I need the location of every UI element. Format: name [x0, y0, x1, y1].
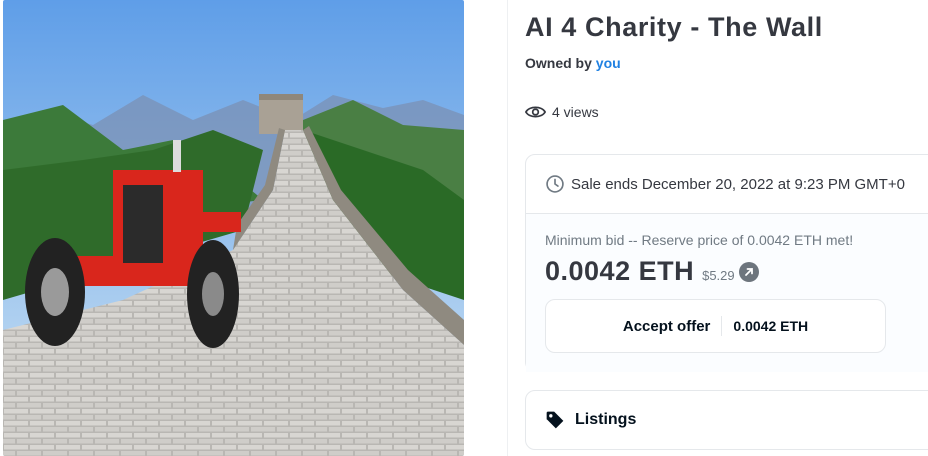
view-count: 4 views: [525, 104, 599, 120]
listings-label: Listings: [575, 411, 637, 428]
owner-line: Owned by you: [525, 55, 621, 71]
views-label: 4 views: [552, 104, 599, 120]
eye-icon: [525, 106, 546, 118]
owned-by-label: Owned by: [525, 55, 592, 71]
arrow-up-right-icon[interactable]: [738, 261, 759, 282]
artwork-image[interactable]: [3, 0, 464, 456]
price-row: 0.0042 ETH $5.29: [545, 256, 759, 287]
sale-end-header: Sale ends December 20, 2022 at 9:23 PM G…: [526, 155, 928, 214]
sale-card: Sale ends December 20, 2022 at 9:23 PM G…: [525, 154, 928, 372]
usd-price: $5.29: [702, 268, 735, 283]
accept-offer-amount: 0.0042 ETH: [733, 318, 809, 334]
panel-divider: [507, 0, 508, 456]
current-price: 0.0042 ETH: [545, 256, 695, 286]
clock-icon: [546, 175, 564, 193]
item-details-panel: AI 4 Charity - The Wall Owned by you 4 v…: [525, 0, 928, 456]
owner-link[interactable]: you: [596, 55, 621, 71]
item-title: AI 4 Charity - The Wall: [525, 12, 823, 42]
accept-offer-button[interactable]: Accept offer 0.0042 ETH: [545, 299, 886, 353]
minimum-bid-text: Minimum bid -- Reserve price of 0.0042 E…: [545, 232, 854, 248]
tag-icon: [546, 411, 564, 429]
listings-section-header[interactable]: Listings: [525, 390, 928, 450]
sale-end-text: Sale ends December 20, 2022 at 9:23 PM G…: [571, 175, 905, 193]
button-divider: [721, 316, 723, 336]
accept-offer-label: Accept offer: [622, 317, 711, 335]
